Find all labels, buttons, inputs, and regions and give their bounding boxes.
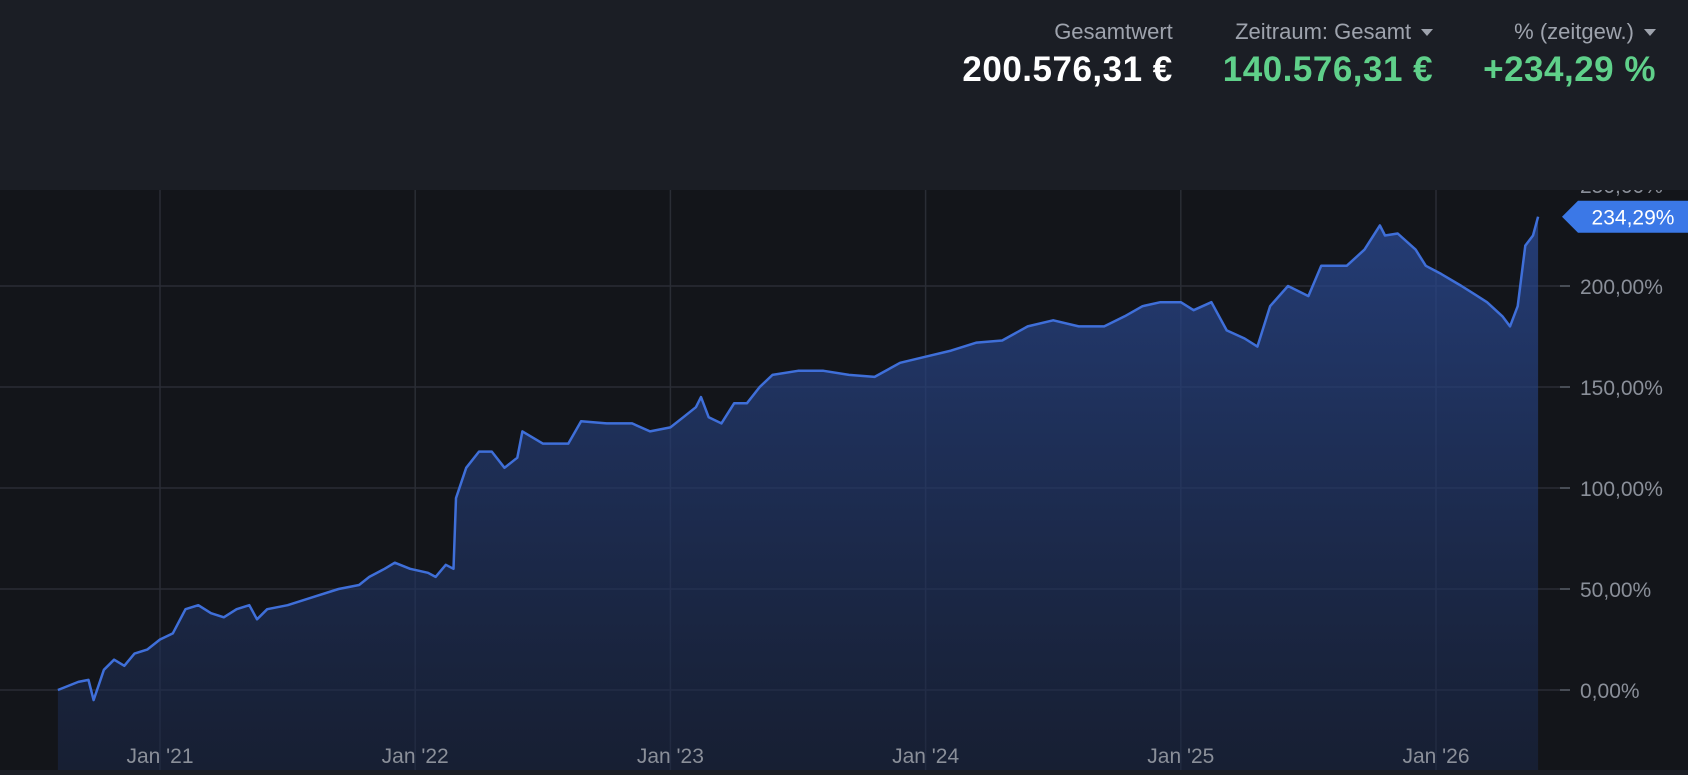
period-dropdown-label: Zeitraum: Gesamt (1235, 19, 1412, 44)
chevron-down-icon (1421, 28, 1434, 36)
stat-total-value-amount: 200.576,31 € (962, 50, 1173, 89)
performance-area (57, 216, 1539, 770)
performance-chart[interactable]: 0,00% 50,00% 100,00% 150,00% 200,00% 250,00% J… (0, 175, 1688, 770)
y-tick-label: 100,00% (1580, 478, 1663, 501)
y-tick-label: 150,00% (1580, 377, 1663, 400)
portfolio-header: Gesamtwert 200.576,31 € Zeitraum: Gesamt… (0, 0, 1688, 190)
stat-period: Zeitraum: Gesamt 140.576,31 € (1222, 18, 1434, 92)
y-tick-label: 50,00% (1580, 579, 1651, 602)
stat-period-gain: 140.576,31 € (1222, 50, 1434, 89)
x-tick-label: Jan '22 (382, 745, 449, 768)
x-tick-label: Jan '24 (892, 745, 959, 768)
y-tick-label: 200,00% (1580, 276, 1663, 299)
chevron-down-icon (1644, 28, 1656, 36)
performance-chart-svg[interactable]: 0,00% 50,00% 100,00% 150,00% 200,00% 250,00% J… (0, 175, 1688, 770)
stat-total-value-label: Gesamtwert (1054, 19, 1173, 44)
y-tick-label: 250,00% (1580, 190, 1663, 198)
stats-bar: Gesamtwert 200.576,31 € Zeitraum: Gesamt… (962, 18, 1656, 92)
x-tick-label: Jan '26 (1402, 745, 1469, 768)
x-tick-label: Jan '21 (126, 745, 193, 768)
y-tick-label: 0,00% (1580, 680, 1640, 703)
stat-return: % (zeitgew.) +234,29 % (1483, 18, 1656, 92)
x-tick-label: Jan '23 (637, 745, 704, 768)
return-mode-dropdown[interactable]: % (zeitgew.) (1514, 18, 1656, 46)
period-dropdown[interactable]: Zeitraum: Gesamt (1235, 18, 1434, 46)
return-mode-dropdown-label: % (zeitgew.) (1514, 19, 1634, 44)
current-value-label: 234,29% (1592, 207, 1675, 230)
stat-total-value: Gesamtwert 200.576,31 € (962, 18, 1172, 92)
stat-return-percent: +234,29 % (1483, 50, 1656, 89)
x-tick-label: Jan '25 (1147, 745, 1214, 768)
